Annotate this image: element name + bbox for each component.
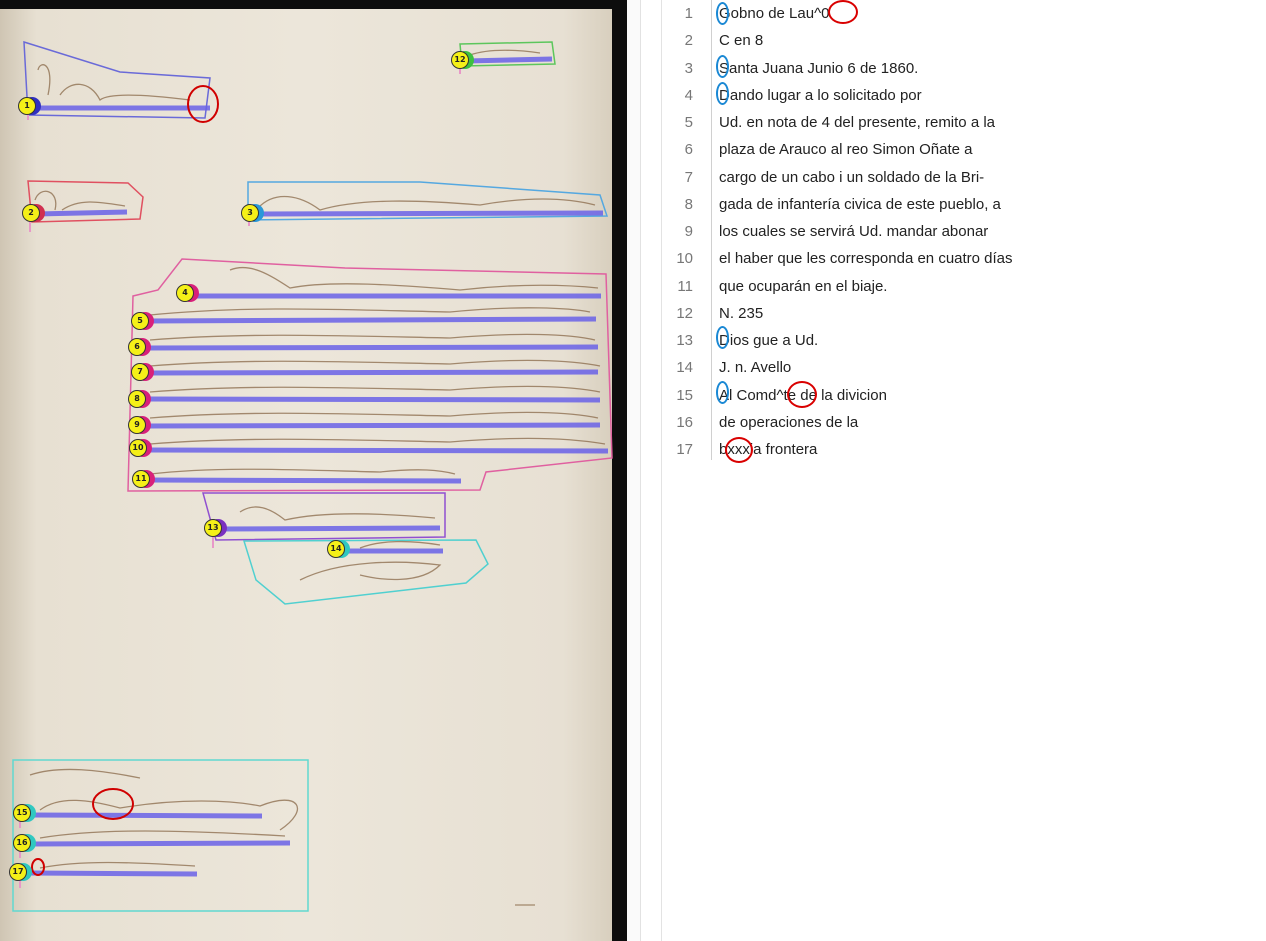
line-text[interactable]: el haber que les corresponda en cuatro d… [719, 245, 1013, 272]
transcription-line[interactable]: 15 Al Comd^te de la divicion [641, 382, 1241, 409]
baseline-10 [145, 447, 609, 454]
transcription-line[interactable]: 11 que ocuparán en el biaje. [641, 273, 1241, 300]
line-number: 17 [676, 441, 693, 458]
line-badge[interactable]: 17 [9, 863, 27, 881]
baseline-2 [35, 209, 128, 217]
pane-divider[interactable] [627, 0, 641, 941]
line-text[interactable]: Dios gue a Ud. [719, 327, 818, 354]
line-badge[interactable]: 12 [451, 51, 469, 69]
line-text[interactable]: cargo de un cabo i un soldado de la Bri- [719, 164, 984, 191]
baseline-16 [29, 840, 291, 847]
line-number: 13 [676, 332, 693, 349]
error-marker [725, 437, 753, 463]
line-text[interactable]: Gobno de Lau^0 [719, 0, 829, 27]
line-number: 3 [684, 59, 693, 77]
baseline-9 [145, 422, 601, 429]
line-badge[interactable]: 5 [131, 312, 149, 330]
line-number: 7 [684, 168, 693, 186]
line-number: 4 [684, 86, 693, 104]
line-text[interactable]: C en 8 [719, 27, 763, 54]
line-badge[interactable]: 16 [13, 834, 31, 852]
transcription-line[interactable]: 4 Dando lugar a lo solicitado por [641, 82, 1241, 109]
line-badge[interactable]: 9 [128, 416, 146, 434]
line-start-marker [716, 55, 729, 78]
line-badge[interactable]: 8 [128, 390, 146, 408]
baseline-17 [29, 870, 198, 877]
transcription-line[interactable]: 7 cargo de un cabo i un soldado de la Bri… [641, 164, 1241, 191]
line-text[interactable]: los cuales se servirá Ud. mandar abonar [719, 218, 988, 245]
line-annotation-overlay [12, 40, 613, 912]
line-badge[interactable]: 7 [131, 363, 149, 381]
line-text[interactable]: plaza de Arauco al reo Simon Oñate a [719, 136, 973, 163]
line-text[interactable]: J. n. Avello [719, 354, 791, 381]
document-image-pane[interactable]: 1 2 3 4 5 6 7 8 9 10 11 12 13 14 15 16 17 [0, 0, 627, 941]
line-number: 5 [684, 114, 693, 131]
line-start-marker [716, 381, 729, 404]
line-text[interactable]: N. 235 [719, 300, 763, 327]
line-badge[interactable]: 6 [128, 338, 146, 356]
transcription-line[interactable]: 8 gada de infantería civica de este puebl… [641, 191, 1241, 218]
transcription-line[interactable]: 5 Ud. en nota de 4 del presente, remito a… [641, 109, 1241, 136]
baseline-3 [255, 210, 604, 217]
line-text[interactable]: que ocuparán en el biaje. [719, 273, 887, 300]
line-number: 10 [676, 250, 693, 268]
transcription-line[interactable]: 6 plaza de Arauco al reo Simon Oñate a [641, 136, 1241, 163]
baseline-5 [145, 316, 597, 324]
transcription-line[interactable]: 13 Dios gue a Ud. [641, 327, 1241, 354]
transcription-line[interactable]: 2 C en 8 [641, 27, 1241, 54]
line-badge[interactable]: 2 [22, 204, 40, 222]
line-badge[interactable]: 10 [129, 439, 147, 457]
baseline-6 [145, 344, 599, 351]
line-badge[interactable]: 1 [18, 97, 36, 115]
line-badge[interactable]: 15 [13, 804, 31, 822]
line-badge[interactable]: 11 [132, 470, 150, 488]
line-text[interactable]: Santa Juana Junio 6 de 1860. [719, 55, 918, 82]
line-badge[interactable]: 14 [327, 540, 345, 558]
line-text[interactable]: Dando lugar a lo solicitado por [719, 82, 922, 109]
transcription-line[interactable]: 16 de operaciones de la [641, 409, 1241, 436]
error-marker [787, 381, 817, 408]
line-number: 8 [684, 195, 693, 213]
baseline-8 [145, 396, 601, 403]
line-badge[interactable]: 13 [204, 519, 222, 537]
transcription-line[interactable]: 3 Santa Juana Junio 6 de 1860. [641, 55, 1241, 82]
line-number: 15 [676, 386, 693, 404]
line-number: 11 [677, 277, 693, 295]
line-start-marker [716, 326, 729, 349]
line-text[interactable]: gada de infantería civica de este pueblo… [719, 191, 1001, 218]
baseline-13 [219, 525, 441, 532]
transcription-line[interactable]: 10 el haber que les corresponda en cuatro… [641, 245, 1241, 272]
baseline-12 [465, 56, 553, 64]
line-text[interactable]: Ud. en nota de 4 del presente, remito a … [719, 109, 995, 136]
line-text[interactable]: de operaciones de la [719, 409, 858, 436]
transcription-line[interactable]: 1 Gobno de Lau^0 [641, 0, 1241, 27]
line-number: 12 [676, 304, 693, 322]
transcription-pane[interactable]: 1 Gobno de Lau^0 2 C en 8 3 Santa Juana Junio… [641, 0, 1266, 941]
line-number: 16 [676, 413, 693, 431]
transcription-line[interactable]: 12 N. 235 [641, 300, 1241, 327]
line-badge[interactable]: 3 [241, 204, 259, 222]
baseline-7 [145, 369, 599, 376]
line-number: 14 [676, 359, 693, 377]
transcription-line[interactable]: 14 J. n. Avello [641, 354, 1241, 381]
line-start-marker [716, 2, 729, 25]
line-number: 1 [684, 5, 693, 22]
line-start-marker [716, 82, 729, 105]
line-badge[interactable]: 4 [176, 284, 194, 302]
transcription-line[interactable]: 9 los cuales se servirá Ud. mandar abonar [641, 218, 1241, 245]
line-number: 6 [684, 141, 693, 159]
error-marker [828, 0, 858, 24]
baseline-11 [145, 477, 462, 484]
baseline-15 [29, 812, 263, 819]
line-number: 2 [684, 32, 693, 50]
line-number: 9 [684, 223, 693, 240]
